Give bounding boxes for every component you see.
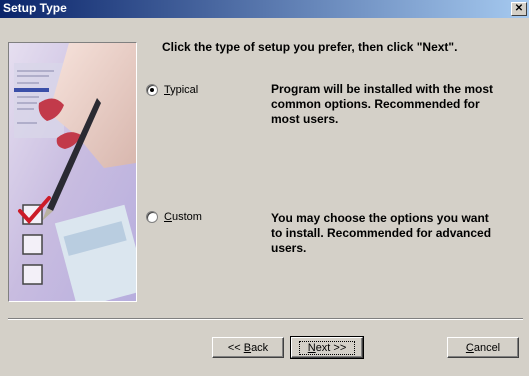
radio-unselected-icon bbox=[146, 211, 158, 223]
window-title: Setup Type bbox=[3, 1, 67, 15]
custom-description: You may choose the options you want to i… bbox=[271, 211, 492, 255]
separator-line bbox=[8, 318, 523, 320]
custom-label: Custom bbox=[164, 211, 202, 223]
close-button[interactable]: ✕ bbox=[511, 2, 527, 16]
setup-type-dialog: Setup Type ✕ Click the type of setup you… bbox=[0, 0, 529, 376]
back-button[interactable]: << Back bbox=[212, 337, 284, 358]
title-bar[interactable]: Setup Type ✕ bbox=[0, 0, 529, 18]
custom-radio[interactable]: Custom bbox=[146, 211, 202, 223]
close-icon: ✕ bbox=[514, 3, 524, 14]
cancel-button[interactable]: Cancel bbox=[447, 337, 519, 358]
typical-radio[interactable]: Typical bbox=[146, 84, 198, 96]
setup-illustration bbox=[8, 42, 137, 302]
typical-description: Program will be installed with the most … bbox=[271, 82, 494, 126]
typical-label: Typical bbox=[164, 84, 199, 96]
instruction-heading: Click the type of setup you prefer, then… bbox=[162, 40, 458, 54]
next-button[interactable]: Next >> bbox=[290, 336, 364, 359]
radio-selected-icon bbox=[146, 84, 158, 96]
